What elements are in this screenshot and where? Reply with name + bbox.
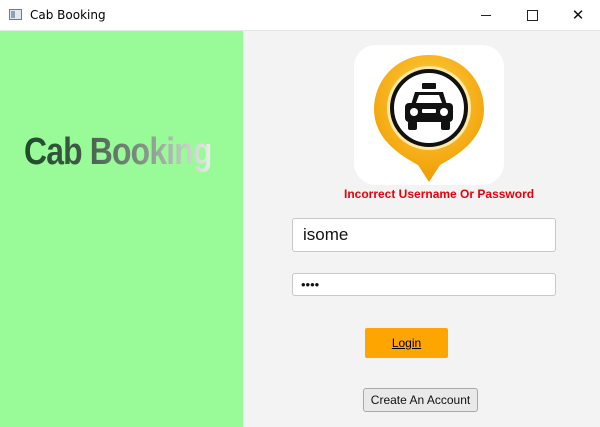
login-error-message: Incorrect Username Or Password [344,187,535,201]
window-title: Cab Booking [30,8,106,22]
logo-container [354,45,504,185]
maximize-icon [526,9,538,21]
brand-panel: Cab Booking [0,31,243,427]
brand-title: Cab Booking [24,131,212,173]
create-account-button[interactable]: Create An Account [363,388,478,412]
app-window-icon [9,9,22,20]
close-icon: ✕ [571,5,585,24]
password-input[interactable] [292,273,556,296]
login-button[interactable]: Login [365,328,448,358]
taxi-pin-icon [374,55,484,182]
close-button[interactable]: ✕ [555,0,600,30]
username-input[interactable] [292,218,556,252]
minimize-icon [481,14,491,16]
minimize-button[interactable] [463,0,509,30]
title-bar: Cab Booking ✕ [0,0,600,31]
maximize-button[interactable] [509,0,555,30]
